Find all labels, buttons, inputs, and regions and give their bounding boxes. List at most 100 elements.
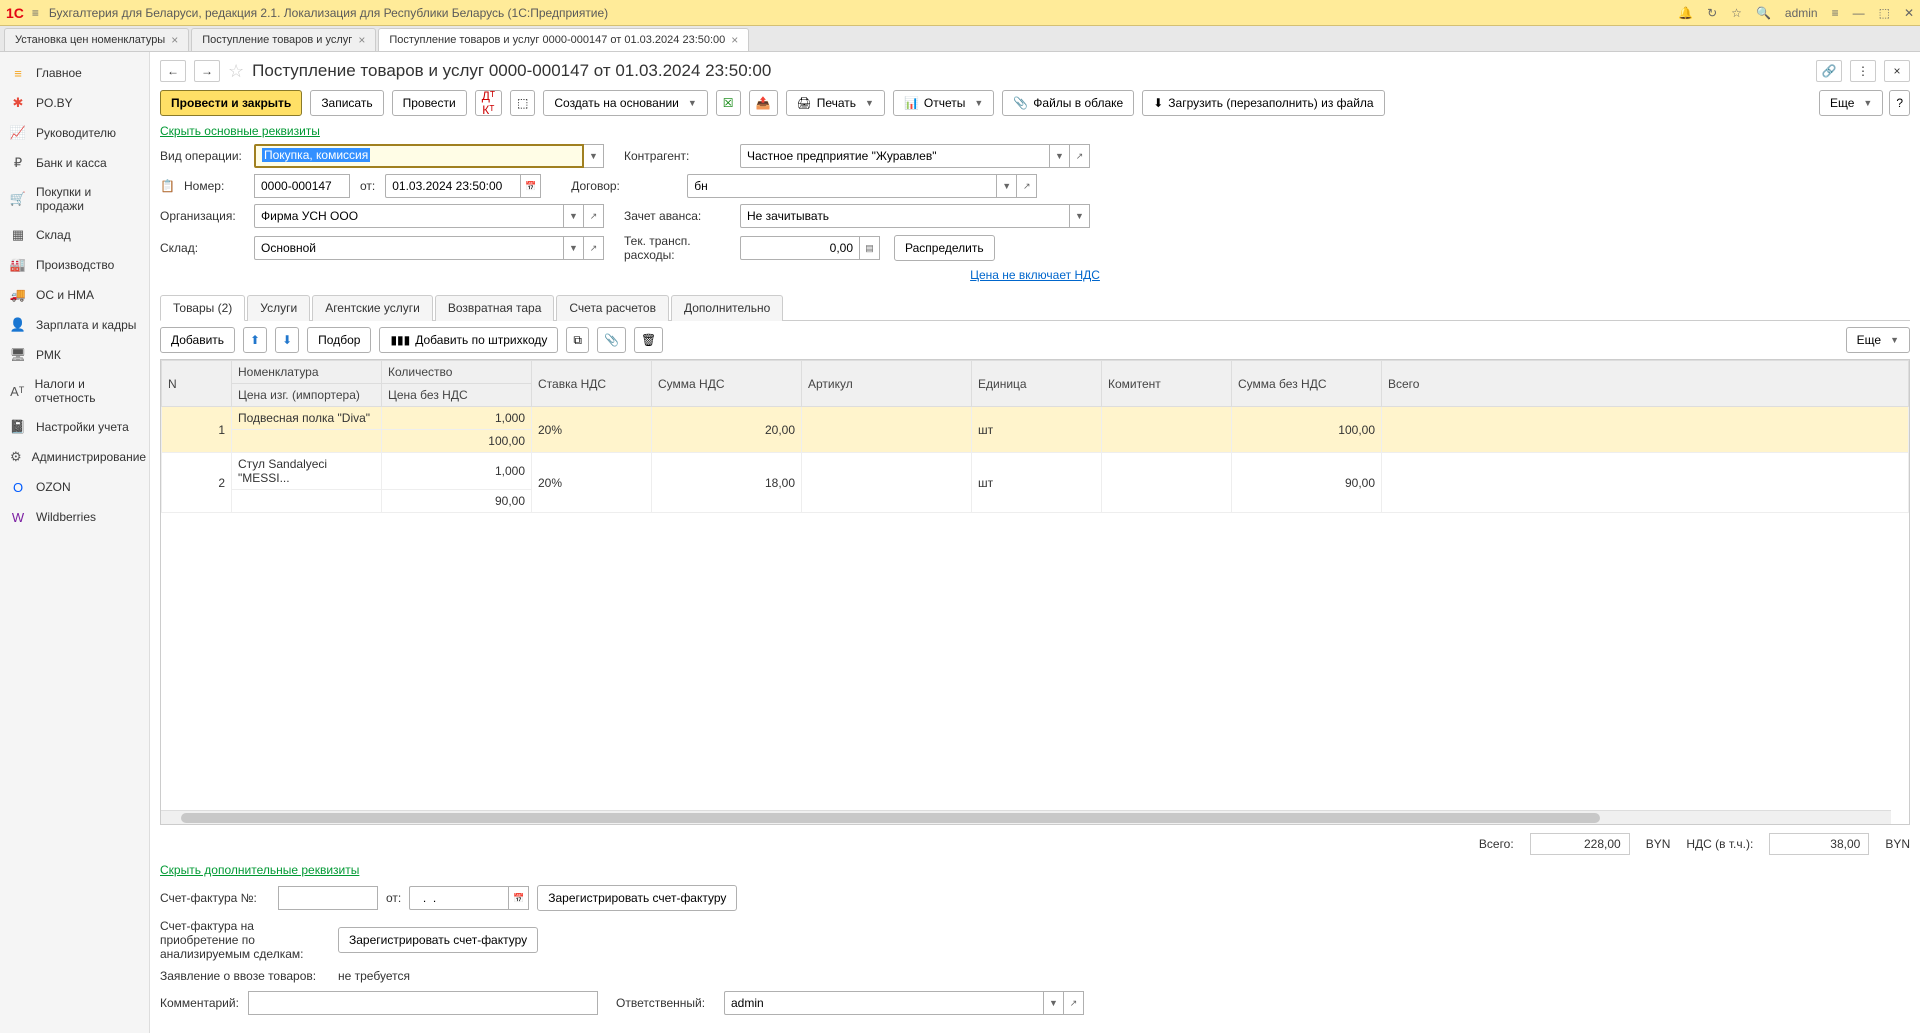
close-doc-icon[interactable]: × (1884, 60, 1910, 82)
doc-tab[interactable]: Услуги (247, 295, 310, 321)
doc-tab[interactable]: Агентские услуги (312, 295, 433, 321)
advance-field[interactable] (740, 204, 1070, 228)
doc-tab[interactable]: Возвратная тара (435, 295, 555, 321)
pick-button[interactable]: Подбор (307, 327, 371, 353)
help-button[interactable]: ? (1889, 90, 1910, 116)
open-icon[interactable]: ↗ (1070, 144, 1090, 168)
sidebar-item[interactable]: OOZON (0, 472, 149, 502)
close-icon[interactable]: × (358, 33, 365, 47)
sidebar-item[interactable]: ✱PO.BY (0, 88, 149, 118)
close-icon[interactable]: × (171, 33, 178, 47)
warehouse-field[interactable] (254, 236, 564, 260)
number-field[interactable] (254, 174, 350, 198)
calendar-icon[interactable]: 📅 (509, 886, 529, 910)
chevron-down-icon[interactable]: ▼ (584, 144, 604, 168)
open-icon[interactable]: ↗ (584, 236, 604, 260)
doc-status-icon[interactable]: 📋 (160, 179, 178, 193)
vat-mode-link[interactable]: Цена не включает НДС (970, 268, 1100, 282)
minimize-icon[interactable]: — (1853, 6, 1865, 20)
chevron-down-icon[interactable]: ▼ (1044, 991, 1064, 1015)
register-invoice-acq-button[interactable]: Зарегистрировать счет-фактуру (338, 927, 538, 953)
create-based-button[interactable]: Создать на основании▼ (543, 90, 707, 116)
close-app-icon[interactable]: ✕ (1904, 6, 1914, 20)
col-importer-price[interactable]: Цена изг. (импортера) (232, 384, 382, 407)
col-nomenclature[interactable]: Номенклатура (232, 361, 382, 384)
doc-tab[interactable]: Счета расчетов (556, 295, 669, 321)
sidebar-item[interactable]: ₽Банк и касса (0, 148, 149, 178)
sidebar-item[interactable]: 📓Настройки учета (0, 412, 149, 442)
post-and-close-button[interactable]: Провести и закрыть (160, 90, 302, 116)
sidebar-item[interactable]: 📈Руководителю (0, 118, 149, 148)
more-menu-icon[interactable]: ⋮ (1850, 60, 1876, 82)
col-article[interactable]: Артикул (802, 361, 972, 407)
structure-icon[interactable]: ⬚ (510, 90, 535, 116)
sidebar-item[interactable]: 🛒Покупки и продажи (0, 178, 149, 220)
date-field[interactable] (385, 174, 521, 198)
open-icon[interactable]: ↗ (1017, 174, 1037, 198)
forward-button[interactable]: → (194, 60, 220, 82)
col-sum-no-vat[interactable]: Сумма без НДС (1232, 361, 1382, 407)
move-up-icon[interactable]: ⬆ (243, 327, 267, 353)
copy-icon[interactable]: ⧉ (566, 327, 589, 353)
sidebar-item[interactable]: 🖥РМК (0, 340, 149, 370)
chevron-down-icon[interactable]: ▼ (564, 236, 584, 260)
back-button[interactable]: ← (160, 60, 186, 82)
close-icon[interactable]: × (731, 33, 738, 47)
reports-button[interactable]: 📊Отчеты▼ (893, 90, 994, 116)
contractor-field[interactable] (740, 144, 1050, 168)
print-button[interactable]: 🖨Печать▼ (786, 90, 885, 116)
save-button[interactable]: Записать (310, 90, 383, 116)
attach-icon[interactable]: 📎 (597, 327, 626, 353)
sidebar-item[interactable]: ≡Главное (0, 58, 149, 88)
col-price-no-vat[interactable]: Цена без НДС (382, 384, 532, 407)
col-qty[interactable]: Количество (382, 361, 532, 384)
tab-prices[interactable]: Установка цен номенклатуры× (4, 28, 189, 51)
horizontal-scrollbar[interactable] (161, 810, 1891, 824)
op-type-field[interactable]: Покупка, комиссия (254, 144, 584, 168)
sidebar-item[interactable]: ▦Склад (0, 220, 149, 250)
tab-receipt-doc[interactable]: Поступление товаров и услуг 0000-000147 … (378, 28, 749, 51)
search-icon[interactable]: 🔍 (1756, 6, 1771, 20)
sidebar-item[interactable]: AᵀНалоги и отчетность (0, 370, 149, 412)
calendar-icon[interactable]: 📅 (521, 174, 541, 198)
post-button[interactable]: Провести (392, 90, 467, 116)
table-row[interactable]: 2Стул Sandalyeci "MESSI...1,00020%18,00ш… (162, 453, 1909, 490)
history-icon[interactable]: ↻ (1707, 6, 1717, 20)
bell-icon[interactable]: 🔔 (1678, 6, 1693, 20)
maximize-icon[interactable]: ⬚ (1879, 6, 1890, 20)
col-vat-rate[interactable]: Ставка НДС (532, 361, 652, 407)
distribute-button[interactable]: Распределить (894, 235, 995, 261)
open-icon[interactable]: ↗ (1064, 991, 1084, 1015)
add-by-barcode-button[interactable]: ▮▮▮ Добавить по штрихкоду (379, 327, 558, 353)
add-row-button[interactable]: Добавить (160, 327, 235, 353)
sidebar-item[interactable]: WWildberries (0, 502, 149, 532)
sidebar-item[interactable]: 🚚ОС и НМА (0, 280, 149, 310)
chevron-down-icon[interactable]: ▼ (564, 204, 584, 228)
delete-row-icon[interactable]: 🗑 (634, 327, 663, 353)
sidebar-item[interactable]: ⚙Администрирование (0, 442, 149, 472)
export-icon[interactable]: 📤 (749, 90, 778, 116)
org-field[interactable] (254, 204, 564, 228)
doc-tab[interactable]: Товары (2) (160, 295, 245, 321)
files-button[interactable]: 📎Файлы в облаке (1002, 90, 1134, 116)
load-from-file-button[interactable]: ⬇Загрузить (перезаполнить) из файла (1142, 90, 1384, 116)
hide-extra-props-link[interactable]: Скрыть дополнительные реквизиты (160, 863, 359, 877)
tab-receipts[interactable]: Поступление товаров и услуг× (191, 28, 376, 51)
chevron-down-icon[interactable]: ▼ (1070, 204, 1090, 228)
sidebar-item[interactable]: 👤Зарплата и кадры (0, 310, 149, 340)
doc-tab[interactable]: Дополнительно (671, 295, 783, 321)
more-button[interactable]: Еще▼ (1819, 90, 1883, 116)
chevron-down-icon[interactable]: ▼ (1050, 144, 1070, 168)
dt-kt-icon[interactable]: ДᵀКᵀ (475, 90, 502, 116)
excel-icon[interactable]: ☒ (716, 90, 741, 116)
sidebar-item[interactable]: 🏭Производство (0, 250, 149, 280)
hide-main-props-link[interactable]: Скрыть основные реквизиты (160, 124, 320, 138)
contract-field[interactable] (687, 174, 997, 198)
user-name[interactable]: admin (1785, 6, 1818, 20)
open-icon[interactable]: ↗ (584, 204, 604, 228)
register-invoice-button[interactable]: Зарегистрировать счет-фактуру (537, 885, 737, 911)
invoice-date-field[interactable] (409, 886, 509, 910)
calc-icon[interactable]: ▤ (860, 236, 880, 260)
chevron-down-icon[interactable]: ▼ (997, 174, 1017, 198)
transport-field[interactable] (740, 236, 860, 260)
